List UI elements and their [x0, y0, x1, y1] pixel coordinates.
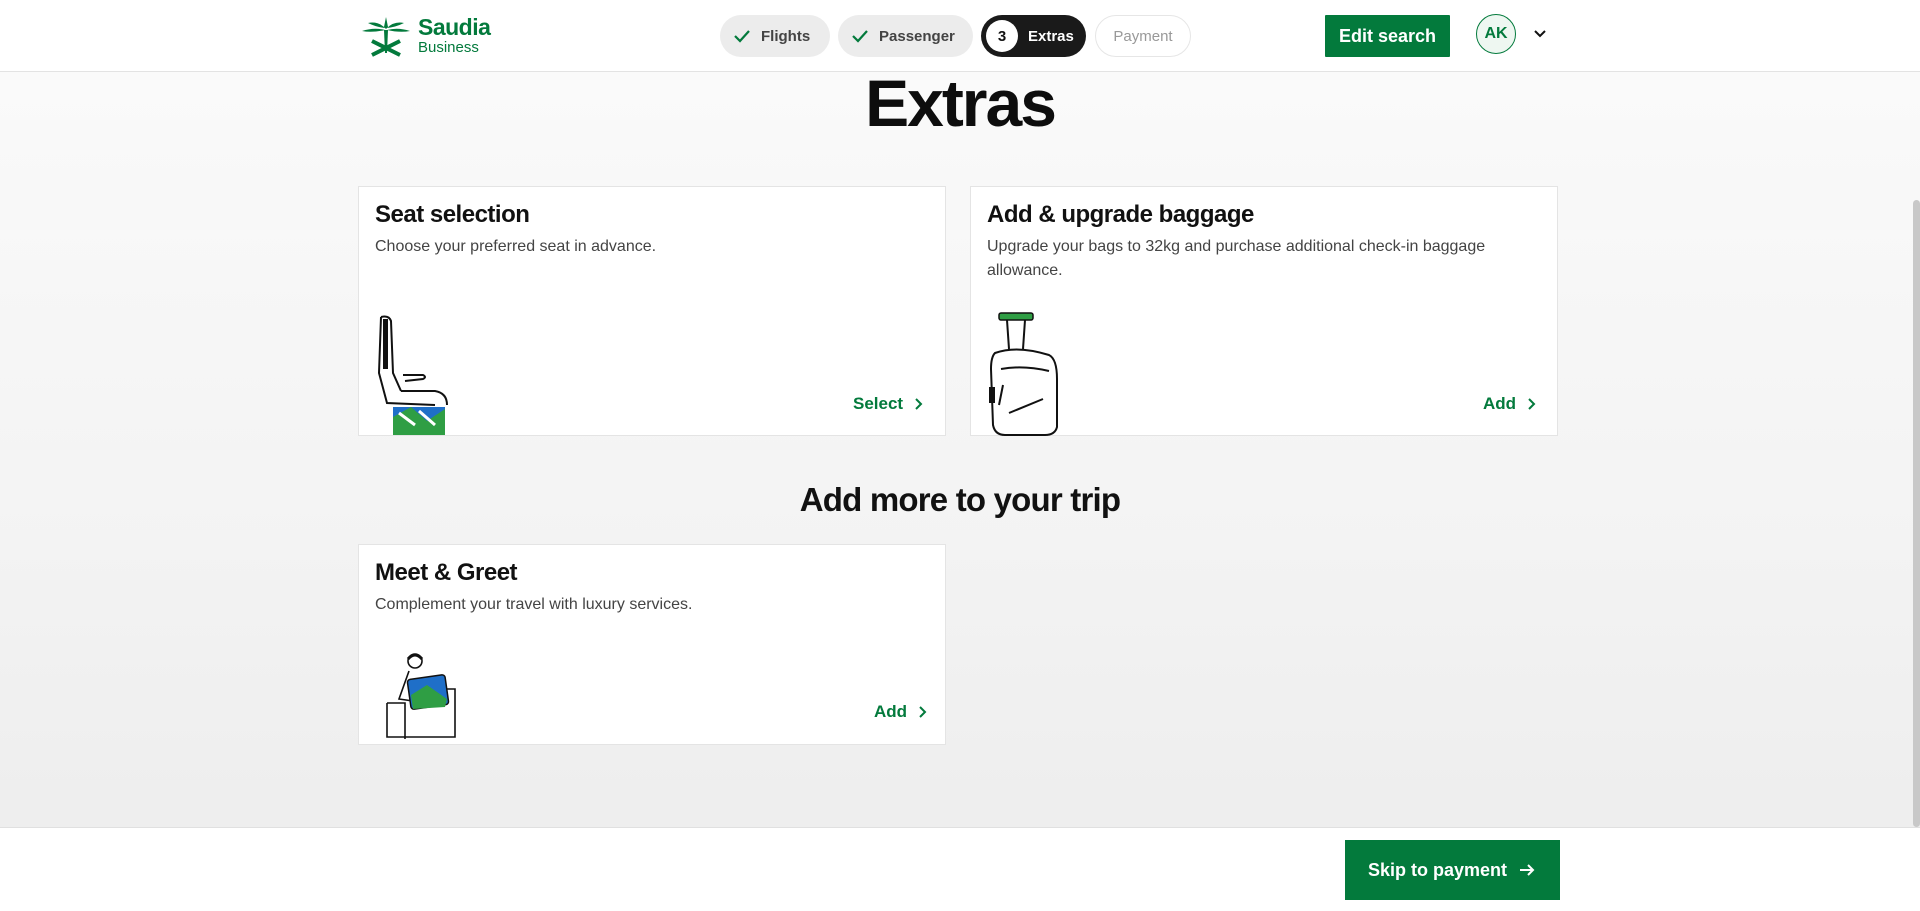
chevron-right-icon: [919, 706, 927, 718]
step-extras-label: Extras: [1028, 27, 1074, 45]
step-passenger-label: Passenger: [879, 27, 955, 45]
saudia-business-logo[interactable]: Saudia Business: [358, 12, 498, 58]
chevron-right-icon: [915, 398, 923, 410]
skip-label: Skip to payment: [1367, 859, 1508, 880]
chevron-down-icon[interactable]: [1532, 26, 1548, 42]
card-title: Add & upgrade baggage: [987, 201, 1254, 228]
select-seat-link[interactable]: Select: [853, 394, 925, 414]
card-title: Seat selection: [375, 201, 530, 228]
add-baggage-link[interactable]: Add: [1483, 394, 1538, 414]
card-description: Choose your preferred seat in advance.: [375, 238, 657, 255]
card-description: Complement your travel with luxury servi…: [375, 596, 693, 613]
arrow-right-icon: [1520, 864, 1535, 876]
chevron-right-icon: [1528, 398, 1536, 410]
action-label: Select: [853, 394, 904, 413]
action-label: Add: [1483, 394, 1517, 413]
card-description: Upgrade your bags to 32kg and purchase a…: [987, 238, 1486, 279]
step-number: 3: [986, 20, 1018, 52]
seat-illustration: [377, 315, 448, 435]
baggage-card[interactable]: Add & upgrade baggage Upgrade your bags …: [970, 186, 1558, 436]
skip-to-payment-button[interactable]: Skip to payment: [1345, 840, 1560, 900]
step-extras[interactable]: 3 Extras: [981, 15, 1086, 57]
scrollbar[interactable]: [1913, 200, 1920, 827]
step-payment-label: Payment: [1113, 27, 1173, 45]
bottom-bar: Skip to payment: [0, 827, 1920, 911]
step-passenger[interactable]: Passenger: [838, 15, 973, 57]
step-flights[interactable]: Flights: [720, 15, 830, 57]
meet-greet-illustration: [386, 653, 456, 739]
brand-name: Saudia: [418, 13, 491, 40]
meet-greet-card[interactable]: Meet & Greet Complement your travel with…: [358, 544, 946, 745]
edit-search-button[interactable]: Edit search: [1325, 15, 1450, 57]
add-meet-greet-link[interactable]: Add: [874, 702, 929, 722]
page-title: Extras: [865, 66, 1057, 140]
step-payment: Payment: [1095, 15, 1191, 57]
user-avatar[interactable]: AK: [1476, 14, 1516, 54]
step-flights-label: Flights: [761, 27, 811, 45]
check-icon: [852, 30, 868, 43]
section-title: Add more to your trip: [799, 481, 1121, 518]
card-title: Meet & Greet: [375, 559, 518, 586]
suitcase-illustration: [989, 312, 1058, 436]
action-label: Add: [874, 702, 908, 721]
check-icon: [734, 30, 750, 43]
seat-selection-card[interactable]: Seat selection Choose your preferred sea…: [358, 186, 946, 436]
brand-subtitle: Business: [418, 38, 479, 56]
top-header: Saudia Business Flights Passenger 3 Extr…: [0, 0, 1920, 72]
palm-icon: [362, 17, 410, 57]
